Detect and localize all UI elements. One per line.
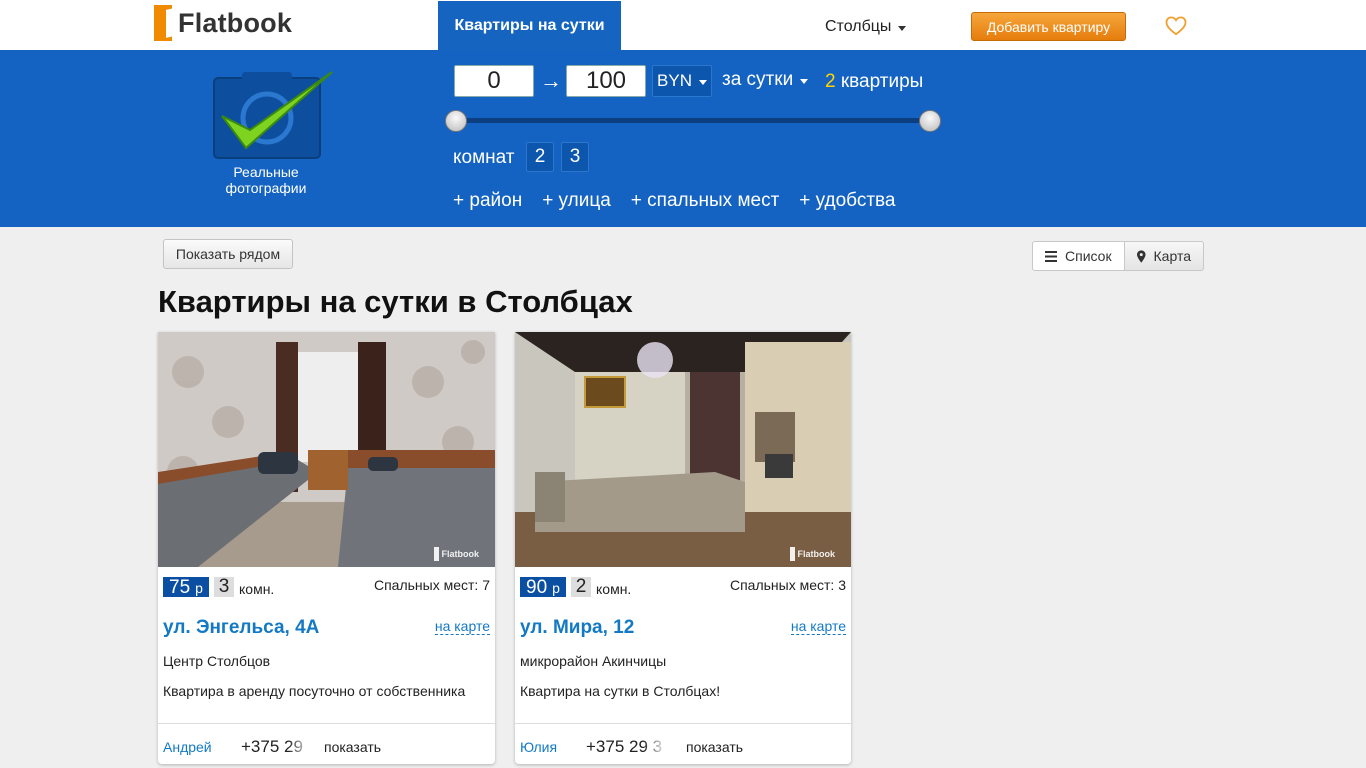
- price-value: 75: [169, 577, 191, 598]
- listing-photo[interactable]: Flatbook: [158, 332, 495, 567]
- listing-district: микрорайон Акинчицы: [520, 653, 667, 669]
- map-view-button[interactable]: Карта: [1125, 241, 1204, 271]
- watermark-logo-icon: [789, 547, 795, 561]
- rooms-option-2[interactable]: 2: [526, 142, 554, 172]
- owner-name-link[interactable]: Юлия: [520, 739, 557, 755]
- phone-mask: [288, 735, 312, 759]
- listing-card[interactable]: Flatbook 90 р 2 комн. Спальных мест: 3 у…: [515, 332, 851, 764]
- rooms-label: комнат: [453, 147, 515, 168]
- logo-door-icon: [154, 5, 172, 41]
- view-toggle: Список Карта: [1032, 241, 1204, 271]
- price-tag: 90 р: [520, 577, 566, 598]
- room-count: 2: [571, 576, 591, 597]
- city-selector-label: Столбцы: [825, 18, 892, 35]
- price-slider-track[interactable]: [456, 118, 930, 123]
- rooms-option-3[interactable]: 3: [561, 142, 589, 172]
- result-count-word: квартиры: [840, 71, 924, 92]
- listing-photo[interactable]: Flatbook: [515, 332, 851, 567]
- filter-district[interactable]: + район: [453, 190, 522, 212]
- phone-mask: [643, 735, 667, 759]
- chevron-down-icon: [898, 25, 907, 31]
- price-slider-min-handle[interactable]: [445, 110, 467, 132]
- add-apartment-button[interactable]: Добавить квартиру: [971, 12, 1126, 41]
- extra-filters: + район + улица + спальных мест + удобст…: [453, 190, 896, 212]
- price-slider-max-handle[interactable]: [919, 110, 941, 132]
- show-phone-button[interactable]: показать: [324, 739, 381, 755]
- listing-description: Квартира в аренду посуточно от собственн…: [163, 683, 466, 699]
- top-header: Flatbook Квартиры на сутки Столбцы Добав…: [0, 0, 1366, 50]
- list-icon: [1045, 250, 1057, 262]
- brand-logo[interactable]: Flatbook: [154, 4, 292, 42]
- real-photos-caption: Реальные фотографии: [225, 164, 307, 196]
- range-arrow: →: [540, 68, 562, 93]
- filter-street[interactable]: + улица: [542, 190, 611, 212]
- show-on-map-link[interactable]: на карте: [790, 618, 846, 635]
- currency-select[interactable]: BYN: [652, 65, 712, 97]
- list-view-label: Список: [1065, 248, 1112, 264]
- show-nearby-button[interactable]: Показать рядом: [163, 239, 293, 269]
- listing-district: Центр Столбцов: [163, 653, 271, 669]
- map-view-label: Карта: [1153, 248, 1191, 264]
- filter-amenities[interactable]: + удобства: [799, 190, 895, 212]
- show-on-map-link[interactable]: на карте: [434, 618, 490, 635]
- currency-label: BYN: [657, 71, 692, 90]
- show-phone-button[interactable]: показать: [686, 739, 743, 755]
- photo-watermark: Flatbook: [789, 547, 836, 561]
- nav-tab-daily-rent[interactable]: Квартиры на сутки: [438, 1, 621, 50]
- listing-street-link[interactable]: ул. Энгельса, 4А: [163, 617, 319, 639]
- page-title: Квартиры на сутки в Столбцах: [158, 284, 633, 319]
- price-value: 90: [526, 577, 548, 598]
- map-marker-icon: [1137, 249, 1146, 263]
- price-max-input[interactable]: 100: [566, 65, 646, 97]
- city-selector[interactable]: Столбцы: [825, 18, 907, 36]
- owner-name-link[interactable]: Андрей: [163, 739, 212, 755]
- result-count: 2 квартиры: [825, 71, 923, 93]
- card-divider: [158, 723, 495, 724]
- brand-name: Flatbook: [178, 7, 293, 38]
- living-room-photo-image: [515, 332, 851, 567]
- period-label: за сутки: [722, 69, 794, 90]
- watermark-text: Flatbook: [797, 549, 836, 559]
- price-unit: р: [195, 580, 203, 596]
- watermark-text: Flatbook: [441, 549, 480, 559]
- period-select[interactable]: за сутки: [722, 69, 809, 91]
- bed-count: Спальных мест: 7: [373, 577, 490, 593]
- chevron-down-icon: [800, 78, 809, 84]
- result-count-number: 2: [825, 71, 836, 92]
- heart-icon[interactable]: [1165, 16, 1187, 36]
- listing-description: Квартира на сутки в Столбцах!: [520, 683, 721, 699]
- filter-beds[interactable]: + спальных мест: [631, 190, 779, 212]
- room-word: комн.: [596, 581, 632, 597]
- chevron-down-icon: [698, 79, 707, 85]
- bedroom-photo-image: [158, 332, 495, 567]
- room-count: 3: [214, 576, 234, 597]
- price-unit: р: [552, 580, 560, 596]
- price-tag: 75 р: [163, 577, 209, 598]
- bed-count: Спальных мест: 3: [729, 577, 846, 593]
- photo-watermark: Flatbook: [433, 547, 480, 561]
- card-divider: [515, 723, 851, 724]
- listing-street-link[interactable]: ул. Мира, 12: [520, 617, 634, 639]
- watermark-logo-icon: [433, 547, 439, 561]
- list-view-button[interactable]: Список: [1032, 241, 1125, 271]
- listing-card[interactable]: Flatbook 75 р 3 комн. Спальных мест: 7 у…: [158, 332, 495, 764]
- price-min-input[interactable]: 0: [454, 65, 534, 97]
- room-word: комн.: [239, 581, 275, 597]
